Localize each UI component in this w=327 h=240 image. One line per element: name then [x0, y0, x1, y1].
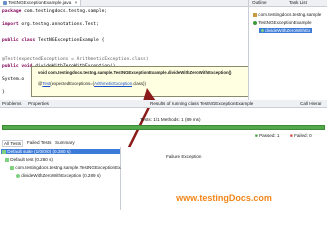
- results-tree[interactable]: Default suite (1/0/0/0) (0.280 s) Defaul…: [0, 147, 133, 210]
- tab-call-hierarchy[interactable]: Call Hierar: [300, 101, 322, 106]
- passed-count: ■ Passed: 1: [255, 133, 280, 138]
- failure-exception-header: Failure Exception: [166, 154, 202, 159]
- watermark: www.testingDocs.com: [176, 193, 272, 203]
- tab-all-tests[interactable]: All Tests: [2, 140, 24, 147]
- tree-item-class[interactable]: com.testingdocs.testng.sample.TestNGExce…: [10, 165, 133, 170]
- tree-item-test[interactable]: Default test (0.280 s): [5, 157, 53, 162]
- bottom-tab-bar: Problems Properties Results of running c…: [0, 100, 327, 108]
- suite-icon: [2, 149, 6, 154]
- tree-item-suite[interactable]: Default suite (1/0/0/0) (0.280 s): [1, 149, 120, 154]
- class-icon: [10, 165, 14, 170]
- tab-testng-results[interactable]: Results of running class TestNGException…: [150, 101, 253, 106]
- tree-item-method[interactable]: divideWithZeroWithException (0.289 s): [16, 173, 101, 178]
- method-icon: [16, 173, 20, 178]
- failure-panel: Failure Exception www.testingDocs.com: [121, 147, 327, 210]
- tab-properties[interactable]: Properties: [28, 101, 49, 106]
- test-icon: [5, 157, 9, 162]
- tab-failed-tests[interactable]: Failed Tests: [27, 140, 51, 145]
- results-tab-bar: All Tests Failed Tests Summary: [0, 140, 120, 147]
- failed-icon: ■: [290, 133, 293, 138]
- progress-bar: [2, 125, 325, 130]
- failed-count: ■ Failed: 0: [290, 133, 312, 138]
- passed-icon: ■: [255, 133, 258, 138]
- tab-problems[interactable]: Problems: [2, 101, 21, 106]
- tab-summary[interactable]: Summary: [55, 140, 75, 145]
- tests-summary: Tests: 1/1 Methods: 1 (89 ms): [140, 117, 201, 122]
